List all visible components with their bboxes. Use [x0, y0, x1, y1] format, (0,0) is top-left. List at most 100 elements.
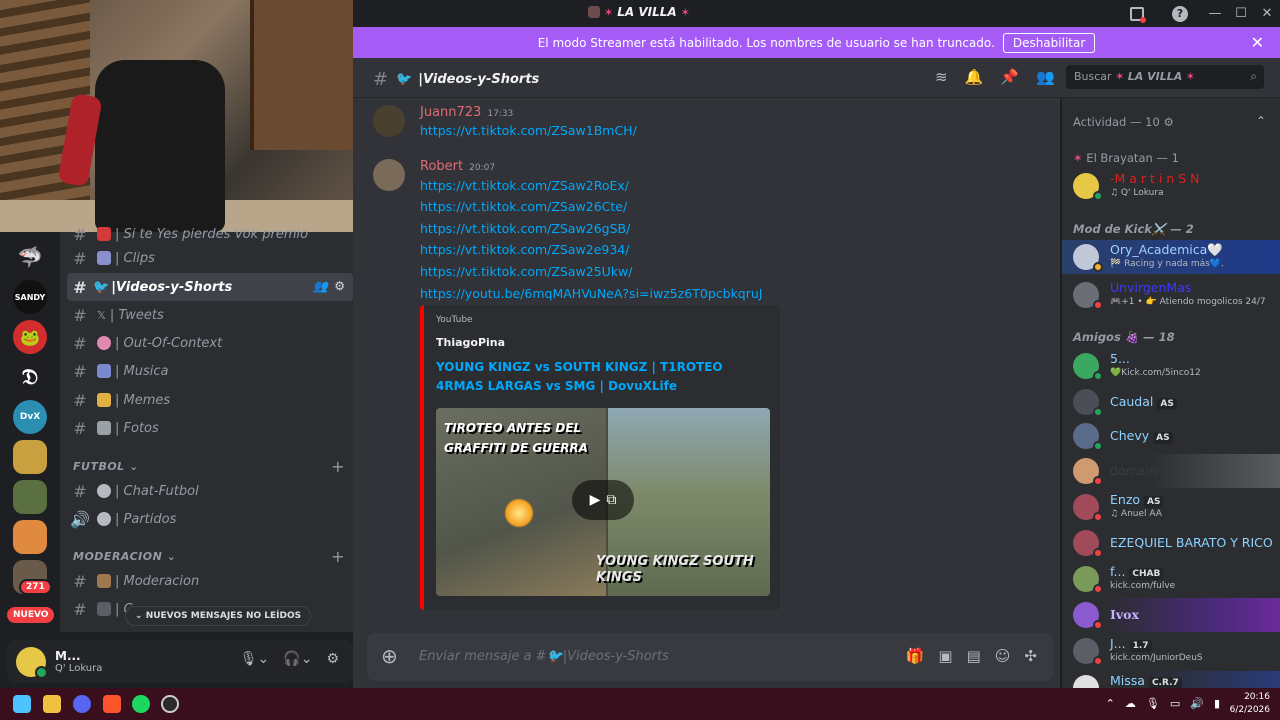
maximize-button[interactable]: ☐ [1228, 6, 1254, 21]
avatar[interactable] [373, 159, 405, 191]
channel-moderacion[interactable]: # | Moderacion [67, 567, 353, 595]
add-channel-icon[interactable]: + [331, 547, 345, 566]
member-item[interactable]: Ivox [1062, 598, 1280, 632]
add-channel-icon[interactable]: + [331, 457, 345, 476]
message-link[interactable]: https://vt.tiktok.com/ZSaw26gSB/ [420, 221, 630, 236]
channel-videos-y-shorts[interactable]: # 🐦 |Videos-y-Shorts 👥 ⚙ [67, 273, 353, 301]
app-icon[interactable] [161, 695, 179, 713]
sticker-icon[interactable]: ▤ [967, 647, 981, 665]
embed-provider[interactable]: YouTube [436, 315, 473, 325]
server-shark[interactable]: 🦈 [13, 240, 47, 274]
close-icon[interactable]: ✕ [1251, 33, 1264, 52]
battery-icon[interactable]: ▮ [1214, 697, 1220, 710]
group-label: El Brayatan — 1 [1086, 151, 1179, 165]
author-name[interactable]: Juann723 [420, 105, 481, 120]
discord-taskbar-icon[interactable] [73, 695, 91, 713]
activity-header[interactable]: Actividad — 10 ⚙ [1073, 115, 1174, 129]
chevron-up-icon[interactable]: ⌃ [1106, 697, 1115, 710]
channel-out-of-context[interactable]: # | Out-Of-Context [67, 329, 353, 357]
video-thumbnail[interactable]: TIROTEO ANTES DEL GRAFFITI DE GUERRA YOU… [436, 408, 770, 596]
bell-icon[interactable]: 🔔 [965, 68, 984, 86]
member-item[interactable]: f... CHAB kick.com/fulve [1062, 562, 1280, 596]
channel-partidos[interactable]: 🔊 | Partidos [67, 505, 353, 533]
message-link[interactable]: https://vt.tiktok.com/ZSaw2RoEx/ [420, 178, 629, 193]
emoji-icon[interactable]: ☺ [995, 647, 1011, 665]
channel-chat-futbol[interactable]: # | Chat-Futbol [67, 477, 353, 505]
member-item[interactable]: Caudal AS [1062, 385, 1280, 419]
search-input[interactable]: Buscar ✶ LA VILLA ✶ ⌕ [1066, 65, 1264, 89]
server-sandy[interactable]: SANDY [13, 280, 47, 314]
gear-icon[interactable]: ⚙ [326, 651, 339, 667]
invite-icon[interactable]: 👥 [313, 279, 328, 293]
member-item[interactable]: Ory_Academica🤍 🏁 Racing y nada más💙. [1062, 240, 1280, 274]
chevron-up-icon[interactable]: ⌃ [1256, 114, 1266, 128]
cloud-icon[interactable]: ☁ [1125, 697, 1136, 710]
channel-fotos[interactable]: # | Fotos [67, 414, 353, 442]
message-link[interactable]: https://youtu.be/6mqMAHVuNeA?si=iwz5z6T0… [420, 286, 763, 301]
member-item[interactable]: J... 1.7 kick.com/JuniorDeuS [1062, 634, 1280, 668]
author-name[interactable]: Robert [420, 159, 463, 174]
server-miami[interactable] [13, 520, 47, 554]
close-window-button[interactable]: ✕ [1254, 6, 1280, 21]
message-link[interactable]: https://vt.tiktok.com/ZSaw26Cte/ [420, 199, 627, 214]
bird-icon: 🐦 [93, 279, 110, 295]
volume-icon[interactable]: 🔊 [1190, 697, 1204, 710]
message-time: 20:07 [469, 163, 496, 173]
gif-icon[interactable]: ▣ [938, 647, 952, 665]
pin-icon[interactable]: 📌 [1000, 68, 1019, 86]
member-item[interactable]: Missa C.R.7 [1062, 671, 1280, 688]
window-controls: ? — ☐ ✕ [1116, 0, 1280, 27]
member-item[interactable]: UnvirgenMas 🎮+1 • 👉 Atiendo mogolicos 24… [1062, 278, 1280, 312]
windows-start-icon[interactable] [13, 695, 31, 713]
avatar[interactable] [373, 105, 405, 137]
message-link[interactable]: https://vt.tiktok.com/ZSaw2e934/ [420, 242, 629, 257]
server-gta[interactable] [13, 480, 47, 514]
apps-icon[interactable]: ✣ [1024, 647, 1037, 665]
member-item[interactable]: domain [1062, 454, 1280, 488]
new-unread-badge[interactable]: NUEVO [7, 607, 55, 623]
category-moderacion[interactable]: MODERACION ⌄ + [73, 547, 353, 566]
spotify-icon[interactable] [132, 695, 150, 713]
hash-icon: # [373, 69, 389, 90]
server-frog[interactable]: 🐸 [13, 320, 47, 354]
attach-icon[interactable]: ⊕ [381, 644, 398, 668]
unread-messages-pill[interactable]: ⌄ NUEVOS MENSAJES NO LEÍDOS [125, 606, 312, 626]
avatar[interactable] [16, 646, 48, 679]
gift-icon[interactable]: 🎁 [906, 647, 925, 665]
member-item[interactable]: EZEQUIEL BARATO Y RICO [1062, 526, 1280, 560]
member-item[interactable]: Enzo AS ♫ Anuel AA [1062, 490, 1280, 524]
server-negocios[interactable]: DvX [13, 400, 47, 434]
embed-title[interactable]: YOUNG KINGZ vs SOUTH KINGZ | T1RОTEO 4RM… [436, 358, 756, 396]
message-composer[interactable]: ⊕ Enviar mensaje a #🐦|Videos-y-Shorts 🎁 … [367, 633, 1053, 681]
members-icon[interactable]: 👥 [1036, 68, 1055, 86]
message-link[interactable]: https://vt.tiktok.com/ZSaw25Ukw/ [420, 264, 632, 279]
embed-author[interactable]: ThiagoPina [436, 336, 505, 349]
channel-tweets[interactable]: # 𝕏 | Tweets [67, 301, 353, 329]
category-futbol[interactable]: FUTBOL ⌄ + [73, 457, 353, 476]
channel-memes[interactable]: # | Memes [67, 386, 353, 414]
minimize-button[interactable]: — [1202, 6, 1228, 21]
server-detroit[interactable]: 𝔇 [13, 360, 47, 394]
channel-clips[interactable]: # | Clips [67, 244, 353, 272]
server-gold[interactable] [13, 440, 47, 474]
headphones-icon[interactable]: 🎧⌄ [283, 651, 312, 667]
message-link[interactable]: https://vt.tiktok.com/ZSaw1BmCH/ [420, 123, 637, 138]
channel-partial[interactable]: # | Si te Yes pierdes Vok premio [67, 226, 353, 242]
gear-icon[interactable]: ⚙ [334, 279, 345, 293]
clock[interactable]: 20:16 6/2/2026 [1230, 691, 1270, 717]
brave-icon[interactable] [103, 695, 121, 713]
channel-musica[interactable]: # | Musica [67, 357, 353, 385]
member-item[interactable]: 5... 💚Kick.com/5inco12 [1062, 349, 1280, 383]
disable-streamer-button[interactable]: Deshabilitar [1002, 32, 1096, 53]
help-icon[interactable]: ? [1172, 5, 1188, 22]
threads-icon[interactable]: ≋ [935, 68, 948, 86]
banner-text: El modo Streamer está habilitado. Los no… [537, 35, 995, 50]
file-explorer-icon[interactable] [43, 695, 61, 713]
inbox-icon[interactable] [1130, 6, 1146, 23]
microphone-icon[interactable]: 🎙⌄ [240, 651, 270, 667]
wifi-icon[interactable]: ▭ [1170, 697, 1180, 710]
play-button[interactable]: ▶ ⧉ [572, 480, 634, 520]
microphone-icon[interactable]: 🎙 [1146, 697, 1160, 710]
member-item[interactable]: -M a r t i n S N ♫ Q' Lokura [1062, 169, 1280, 203]
member-item[interactable]: Chevy AS [1062, 419, 1280, 453]
